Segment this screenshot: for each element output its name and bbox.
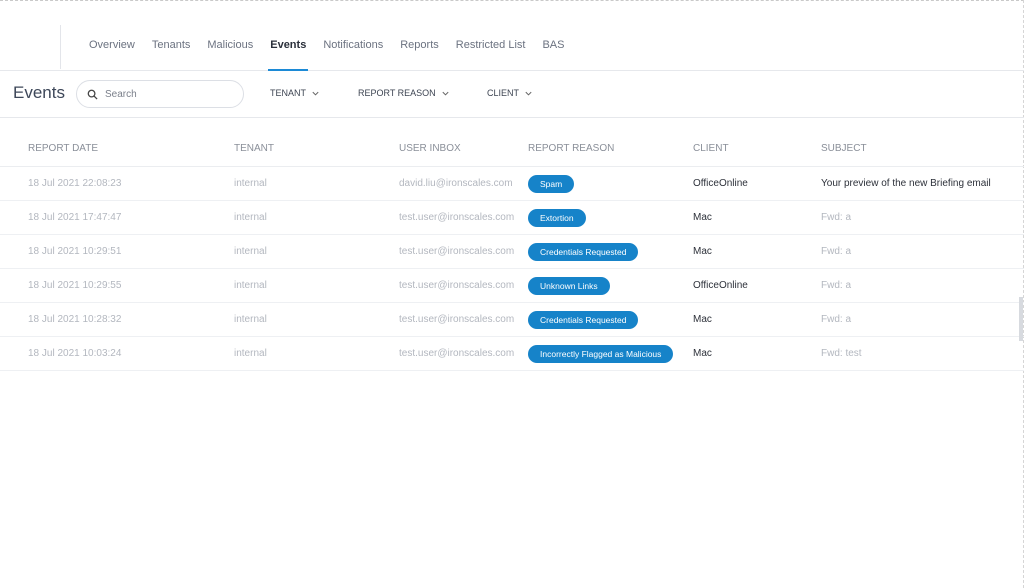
table-row[interactable]: 18 Jul 2021 10:29:51 internal test.user@… [0, 235, 1024, 269]
client-cell: Mac [693, 314, 712, 325]
user-inbox-cell: test.user@ironscales.com [399, 212, 515, 223]
scrollbar-thumb[interactable] [1019, 297, 1023, 341]
tab-restricted-list[interactable]: Restricted List [456, 1, 526, 71]
chevron-down-icon [525, 91, 532, 96]
tenant-cell: internal [234, 280, 267, 291]
user-inbox-cell: test.user@ironscales.com [399, 246, 515, 257]
tenant-cell: internal [234, 314, 267, 325]
page-title: Events [13, 83, 65, 102]
tenant-cell: internal [234, 212, 267, 223]
client-cell: Mac [693, 246, 712, 257]
tab-malicious[interactable]: Malicious [207, 1, 253, 71]
report-reason-filter-label: REPORT REASON [358, 88, 436, 98]
events-table: REPORT DATE TENANT USER INBOX REPORT REA… [0, 131, 1024, 371]
search-box[interactable] [76, 80, 244, 108]
tab-reports[interactable]: Reports [400, 1, 439, 71]
client-filter[interactable]: CLIENT [487, 88, 533, 98]
events-toolbar: Events TENANT REPORT REASON CLIENT [0, 72, 1024, 118]
column-header-report-date[interactable]: REPORT DATE [28, 143, 98, 154]
chevron-down-icon [312, 91, 319, 96]
client-filter-label: CLIENT [487, 88, 520, 98]
tenant-filter-label: TENANT [270, 88, 306, 98]
tenant-filter[interactable]: TENANT [270, 88, 320, 98]
column-header-user-inbox[interactable]: USER INBOX [399, 143, 461, 154]
subject-cell: Fwd: a [821, 246, 852, 257]
client-cell: Mac [693, 212, 712, 223]
client-cell: OfficeOnline [693, 280, 748, 291]
report-reason-badge: Unknown Links [528, 277, 610, 295]
report-date-cell: 18 Jul 2021 10:03:24 [28, 348, 122, 359]
tab-tenants[interactable]: Tenants [152, 1, 191, 71]
report-date-cell: 18 Jul 2021 22:08:23 [28, 178, 122, 189]
column-header-client[interactable]: CLIENT [693, 143, 729, 154]
user-inbox-cell: test.user@ironscales.com [399, 280, 515, 291]
report-reason-badge: Credentials Requested [528, 311, 639, 329]
tab-bas[interactable]: BAS [542, 1, 564, 71]
subject-cell: Fwd: a [821, 212, 852, 223]
report-reason-badge: Incorrectly Flagged as Malicious [528, 345, 674, 363]
subject-cell: Fwd: test [821, 348, 862, 359]
client-cell: Mac [693, 348, 712, 359]
tenant-cell: internal [234, 246, 267, 257]
search-icon [87, 89, 98, 100]
table-header: REPORT DATE TENANT USER INBOX REPORT REA… [0, 131, 1024, 167]
tab-notifications[interactable]: Notifications [323, 1, 383, 71]
client-cell: OfficeOnline [693, 178, 748, 189]
column-header-tenant[interactable]: TENANT [234, 143, 274, 154]
subject-cell: Fwd: a [821, 280, 852, 291]
report-date-cell: 18 Jul 2021 10:29:51 [28, 246, 122, 257]
report-date-cell: 18 Jul 2021 10:29:55 [28, 280, 122, 291]
report-reason-badge: Spam [528, 175, 575, 193]
tab-overview[interactable]: Overview [89, 1, 135, 71]
tenant-cell: internal [234, 178, 267, 189]
app-frame: Overview Tenants Malicious Events Notifi… [0, 0, 1024, 588]
report-date-cell: 18 Jul 2021 10:28:32 [28, 314, 122, 325]
tab-events[interactable]: Events [268, 1, 309, 71]
user-inbox-cell: test.user@ironscales.com [399, 314, 515, 325]
search-input[interactable] [105, 88, 235, 100]
nav-divider [60, 25, 61, 69]
table-row[interactable]: 18 Jul 2021 10:29:55 internal test.user@… [0, 269, 1024, 303]
user-inbox-cell: david.liu@ironscales.com [399, 178, 513, 189]
user-inbox-cell: test.user@ironscales.com [399, 348, 515, 359]
table-row[interactable]: 18 Jul 2021 10:28:32 internal test.user@… [0, 303, 1024, 337]
table-row[interactable]: 18 Jul 2021 17:47:47 internal test.user@… [0, 201, 1024, 235]
column-header-report-reason[interactable]: REPORT REASON [528, 143, 614, 154]
table-row[interactable]: 18 Jul 2021 10:03:24 internal test.user@… [0, 337, 1024, 371]
table-row[interactable]: 18 Jul 2021 22:08:23 internal david.liu@… [0, 167, 1024, 201]
column-header-subject[interactable]: SUBJECT [821, 143, 867, 154]
report-reason-filter[interactable]: REPORT REASON [358, 88, 450, 98]
subject-cell: Fwd: a [821, 314, 852, 325]
report-reason-badge: Credentials Requested [528, 243, 639, 261]
chevron-down-icon [442, 91, 449, 96]
report-reason-badge: Extortion [528, 209, 586, 227]
top-navigation: Overview Tenants Malicious Events Notifi… [0, 1, 1024, 71]
subject-cell: Your preview of the new Briefing email [821, 178, 991, 189]
report-date-cell: 18 Jul 2021 17:47:47 [28, 212, 122, 223]
nav-tabs: Overview Tenants Malicious Events Notifi… [89, 1, 581, 71]
tenant-cell: internal [234, 348, 267, 359]
